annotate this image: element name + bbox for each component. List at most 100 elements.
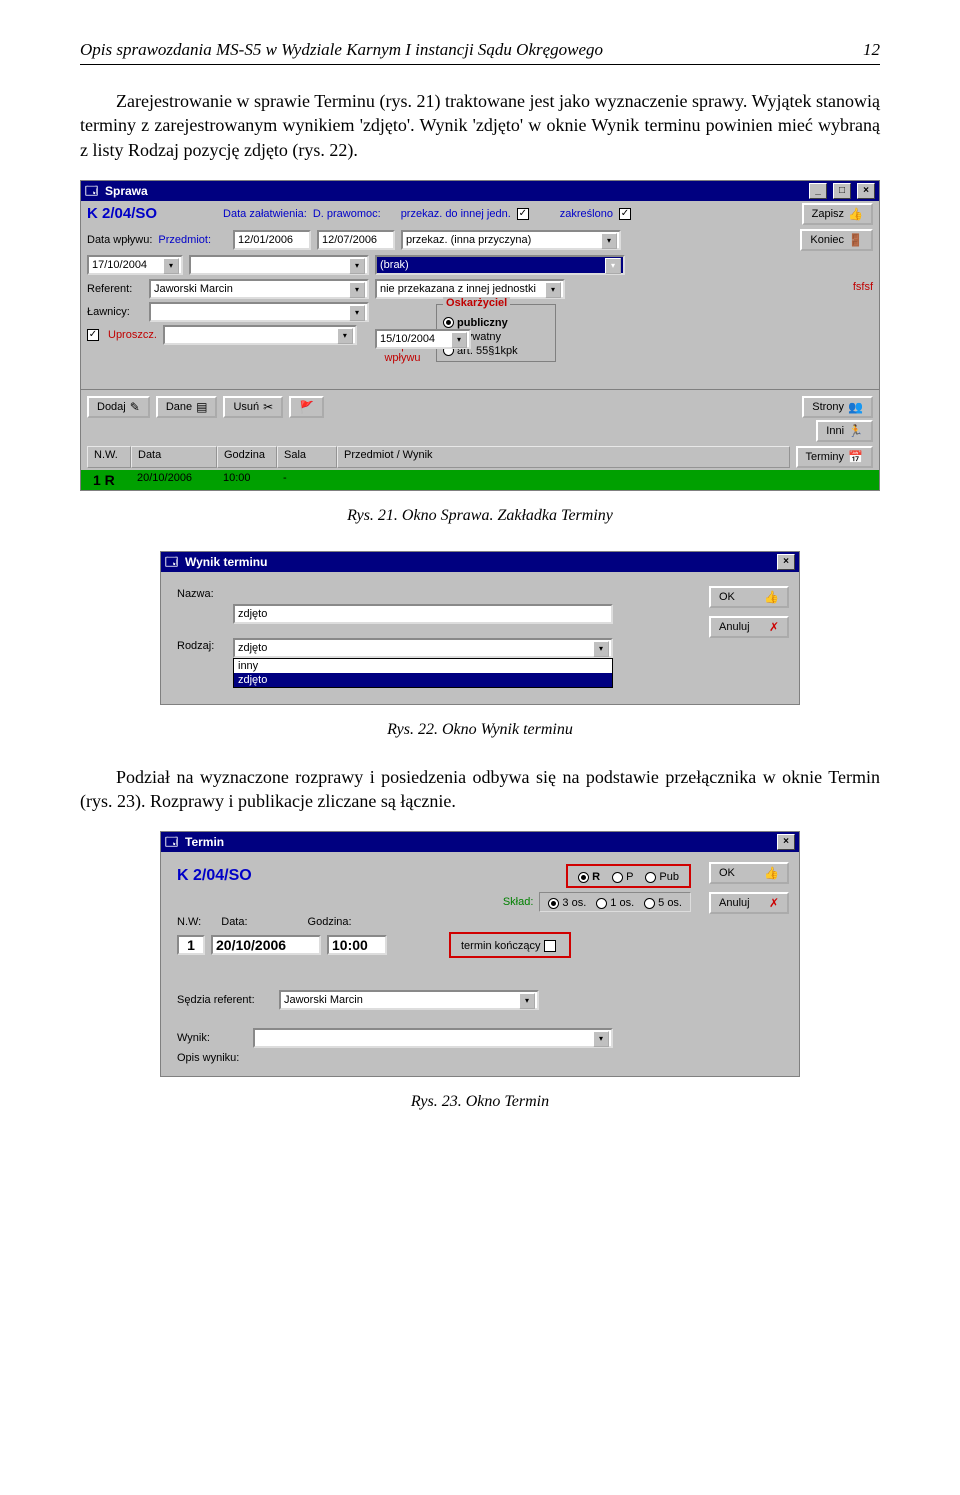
calendar-icon: 📅 [848,450,863,464]
close-button[interactable]: × [777,834,795,850]
sklad-5-radio[interactable] [644,898,655,909]
przedmiot-select[interactable] [189,255,369,275]
label-przekaz: przekaz. do innej jedn. [401,208,511,220]
zapisz-button[interactable]: Zapisz👍 [802,203,873,225]
doc-title: Opis sprawozdania MS-S5 w Wydziale Karny… [80,40,603,60]
uproszcz-select[interactable] [163,325,357,345]
col-godzina: Godzina [217,446,277,468]
terminy-button[interactable]: Terminy📅 [796,446,873,468]
col-sala: Sala [277,446,337,468]
sklad-3-radio[interactable] [548,898,559,909]
label-nazwa: Nazwa: [177,588,227,600]
label-nw: N.W: [177,916,201,928]
wynik-select[interactable] [253,1028,613,1048]
label-data: Data: [221,916,247,928]
cell-data: 20/10/2006 [131,470,217,490]
godzina-input[interactable]: 10:00 [327,935,387,955]
window-title: Sprawa [105,184,148,198]
strony-button[interactable]: Strony👥 [802,396,873,418]
przekaz-checkbox[interactable]: ✓ [517,208,529,220]
label-pub: Pub [659,871,679,883]
exit-icon: 🚪 [848,233,863,247]
label-p: P [626,871,633,883]
nw-input[interactable]: 1 [177,935,205,955]
maximize-button[interactable]: □ [833,183,851,199]
sklad-1-radio[interactable] [596,898,607,909]
pub-radio[interactable] [645,872,656,883]
ok-button[interactable]: OK👍 [709,862,789,884]
d-praw-input[interactable]: 12/07/2006 [317,230,395,250]
konczacy-checkbox[interactable] [544,940,556,952]
ok-button[interactable]: OK👍 [709,586,789,608]
people-icon: 👥 [848,400,863,414]
nieprzek-select[interactable]: nie przekazana z innej jednostki [375,279,565,299]
add-icon: ✎ [130,400,140,414]
close-button[interactable]: × [777,554,795,570]
rodzaj-dropdown[interactable]: inny zdjęto [233,658,613,688]
col-pw: Przedmiot / Wynik [337,446,790,468]
referent-select[interactable]: Jaworski Marcin [149,279,369,299]
lawnicy-select[interactable] [149,302,369,322]
ok-icon: 👍 [764,590,779,604]
data-icon: ▤ [196,400,207,414]
anuluj-button[interactable]: Anuluj✗ [709,892,789,914]
label-zakreslono: zakreślono [560,208,613,220]
cell-nw: 1 R [87,470,131,490]
przekaz-select[interactable]: przekaz. (inna przyczyna) [401,230,621,250]
label-data-wplywu: Data wpływu: [87,234,152,246]
dane-button[interactable]: Dane▤ [156,396,218,418]
delete-icon: ✂ [263,400,273,414]
label-5os: 5 os. [658,897,682,909]
anuluj-button[interactable]: Anuluj✗ [709,616,789,638]
label-przedmiot: Przedmiot: [158,234,211,246]
data-wplywu-input[interactable]: 17/10/2004 [87,255,183,275]
col-nw: N.W. [87,446,131,468]
r-radio[interactable] [578,872,589,883]
data-input[interactable]: 20/10/2006 [211,935,321,955]
option-zdjeto[interactable]: zdjęto [234,673,612,687]
sedzia-select[interactable]: Jaworski Marcin [279,990,539,1010]
paragraph-2: Podział na wyznaczone rozprawy i posiedz… [80,765,880,814]
cell-godzina: 10:00 [217,470,277,490]
close-button[interactable]: × [857,183,875,199]
screenshot-sprawa: 🗔 Sprawa _ □ × K 2/04/SO Data załatwieni… [80,180,880,491]
label-godzina: Godzina: [308,916,352,928]
person-icon: 🏃 [848,424,863,438]
label-opis: Opis wyniku: [177,1052,247,1064]
flag-icon: 🚩 [299,400,314,414]
app-icon: 🗔 [165,835,179,849]
cancel-icon: ✗ [769,896,779,910]
case-number: K 2/04/SO [177,867,252,885]
cell-sala: - [277,470,337,490]
cancel-icon: ✗ [769,620,779,634]
label-referent: Referent: [87,283,143,295]
flag-button[interactable]: 🚩 [289,396,324,418]
screenshot-termin: 🗔 Termin × K 2/04/SO R P Pub Skład: [160,831,800,1077]
publiczny-radio[interactable] [443,317,454,328]
d-zal-input[interactable]: 12/01/2006 [233,230,311,250]
label-wplywu: wpływu [375,352,430,364]
app-icon: 🗔 [85,184,99,198]
usun-button[interactable]: Usuń✂ [223,396,283,418]
label-sklad: Skład: [503,896,534,908]
dodaj-button[interactable]: Dodaj✎ [87,396,150,418]
data-pierw-input[interactable]: 15/10/2004 [375,329,471,349]
koniec-button[interactable]: Koniec🚪 [800,229,873,251]
inni-button[interactable]: Inni🏃 [816,420,873,442]
nazwa-input[interactable]: zdjęto [233,604,613,624]
label-d-prawomoc: D. prawomoc: [313,208,381,220]
brak-select[interactable]: (brak) [375,255,625,275]
uproszcz-checkbox[interactable]: ✓ [87,329,99,341]
minimize-button[interactable]: _ [809,183,827,199]
col-data: Data [131,446,217,468]
zakreslono-checkbox[interactable]: ✓ [619,208,631,220]
label-r: R [592,871,600,883]
label-rodzaj: Rodzaj: [177,638,227,652]
rodzaj-select[interactable]: zdjęto [233,638,613,658]
save-icon: 👍 [848,207,863,221]
p-radio[interactable] [612,872,623,883]
option-inny[interactable]: inny [234,659,612,673]
table-row[interactable]: 1 R 20/10/2006 10:00 - [81,470,879,490]
ok-icon: 👍 [764,866,779,880]
screenshot-wynik: 🗔 Wynik terminu × Nazwa: zdjęto Rodzaj: … [160,551,800,705]
